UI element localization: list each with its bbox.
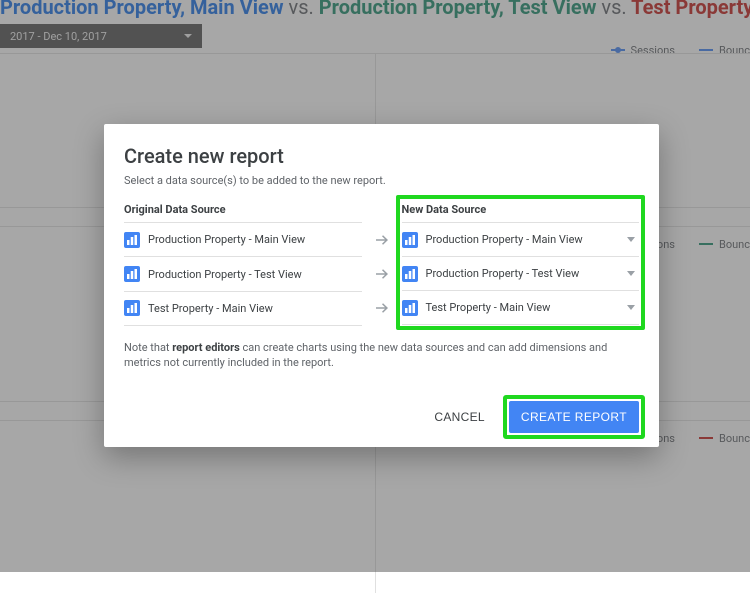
analytics-icon [402,300,418,316]
data-source-name: Production Property - Main View [426,233,583,246]
new-data-source-column: New Data Source Production Property - Ma… [402,203,640,326]
analytics-icon [124,232,140,248]
dialog-note: Note that report editors can create char… [124,340,639,371]
new-data-source-selector[interactable]: Test Property - Main View [402,291,640,325]
original-data-source-row: Test Property - Main View [124,292,362,326]
analytics-icon [402,232,418,248]
data-source-name: Production Property - Main View [148,233,305,246]
arrow-right-icon [370,223,394,257]
note-bold: report editors [172,341,240,354]
note-text: Note that [124,341,172,354]
original-header: Original Data Source [124,203,362,223]
dialog-title: Create new report [124,144,639,168]
new-header: New Data Source [402,203,640,223]
data-source-columns: Original Data Source New Data Source Pro… [124,203,639,326]
new-data-source-selector[interactable]: Production Property - Test View [402,257,640,291]
create-button-wrap: CREATE REPORT [509,401,639,433]
create-report-dialog: Create new report Select a data source(s… [104,124,659,447]
original-data-source-row: Production Property - Main View [124,223,362,257]
arrow-right-icon [370,292,394,326]
new-data-source-selector[interactable]: Production Property - Main View [402,223,640,257]
create-report-button[interactable]: CREATE REPORT [509,401,639,433]
cancel-button[interactable]: CANCEL [430,402,488,432]
analytics-icon [124,300,140,316]
chevron-down-icon [627,305,635,310]
data-source-name: Production Property - Test View [148,268,302,281]
data-source-name: Test Property - Main View [148,302,273,315]
data-source-name: Production Property - Test View [426,267,580,280]
chevron-down-icon [627,237,635,242]
analytics-icon [402,266,418,282]
chevron-down-icon [627,271,635,276]
data-source-name: Test Property - Main View [426,301,551,314]
analytics-icon [124,266,140,282]
dialog-actions: CANCEL CREATE REPORT [124,401,639,433]
original-data-source-row: Production Property - Test View [124,258,362,292]
dialog-subtitle: Select a data source(s) to be added to t… [124,174,639,187]
arrow-right-icon [370,258,394,292]
